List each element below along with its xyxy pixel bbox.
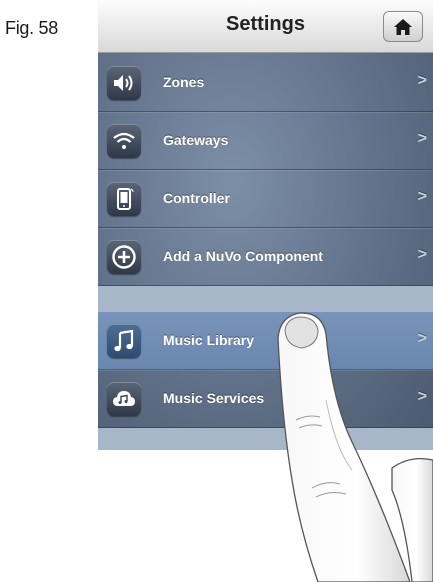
chevron-right-icon: >: [417, 330, 427, 347]
home-icon: [394, 18, 412, 35]
menu-item-label: Zones: [163, 74, 205, 90]
settings-screen: Settings Zones > Gateways > Controller >…: [98, 0, 433, 450]
wifi-icon: [107, 124, 141, 158]
figure-label: Fig. 58: [5, 18, 58, 38]
menu-item-add-component[interactable]: Add a NuVo Component >: [98, 228, 433, 286]
menu-item-label: Music Library: [163, 332, 255, 348]
section-separator: [98, 286, 433, 312]
menu-item-label: Music Services: [163, 390, 265, 406]
plus-circle-icon: [107, 240, 141, 274]
chevron-right-icon: >: [417, 72, 427, 89]
header-bar: Settings: [98, 0, 433, 53]
menu-item-gateways[interactable]: Gateways >: [98, 112, 433, 170]
menu-item-label: Controller: [163, 190, 230, 206]
menu-item-controller[interactable]: Controller >: [98, 170, 433, 228]
chevron-right-icon: >: [417, 188, 427, 205]
chevron-right-icon: >: [417, 130, 427, 147]
phone-icon: [107, 182, 141, 216]
cloud-music-icon: [107, 382, 141, 416]
home-button[interactable]: [383, 11, 423, 42]
chevron-right-icon: >: [417, 246, 427, 263]
chevron-right-icon: >: [417, 388, 427, 405]
bottom-band: [98, 428, 433, 450]
menu-item-zones[interactable]: Zones >: [98, 54, 433, 112]
menu-item-music-library[interactable]: Music Library >: [98, 312, 433, 370]
menu-item-music-services[interactable]: Music Services >: [98, 370, 433, 428]
music-note-icon: [107, 324, 141, 358]
speaker-icon: [107, 66, 141, 100]
menu-item-label: Gateways: [163, 132, 229, 148]
menu-item-label: Add a NuVo Component: [163, 248, 323, 264]
